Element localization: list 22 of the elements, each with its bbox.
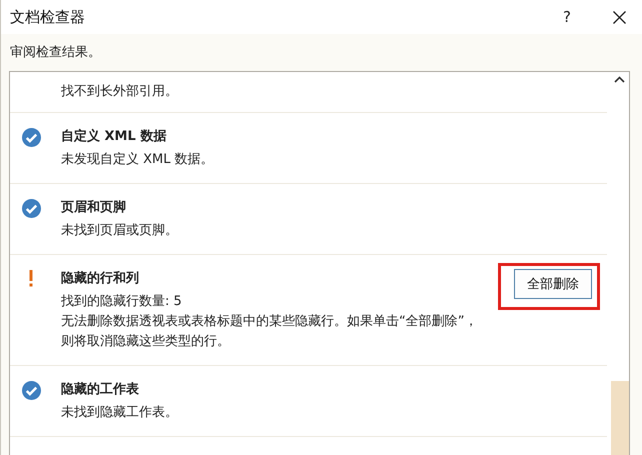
close-icon[interactable]	[612, 10, 626, 24]
exclamation-icon	[28, 270, 34, 287]
result-text: 找不到长外部引用。	[61, 83, 179, 101]
result-heading: 页眉和页脚	[61, 199, 127, 217]
result-heading: 隐藏的行和列	[61, 270, 140, 288]
instruction-text: 审阅检查结果。	[9, 44, 102, 62]
result-text: 则将取消隐藏这些类型的行。	[61, 333, 231, 351]
scrollbar-thumb[interactable]	[611, 381, 629, 455]
result-text: 未找到隐藏工作表。	[61, 404, 179, 422]
result-text: 找到的隐藏行数量: 5	[61, 293, 183, 311]
help-button[interactable]: ?	[544, 8, 590, 26]
check-icon	[22, 199, 40, 218]
scroll-up-icon[interactable]	[614, 76, 625, 83]
check-icon	[22, 128, 40, 147]
result-text: 未发现自定义 XML 数据。	[61, 151, 215, 169]
result-heading: 自定义 XML 数据	[61, 128, 168, 146]
result-heading: 隐藏的工作表	[61, 381, 140, 399]
result-text: 未找到页眉或页脚。	[61, 222, 179, 240]
check-icon	[22, 381, 40, 400]
remove-all-button[interactable]: 全部删除	[514, 269, 592, 299]
result-text: 无法删除数据透视表或表格标题中的某些隐藏行。如果单击“全部删除”，	[61, 313, 478, 331]
window-title: 文档检查器	[10, 8, 86, 26]
